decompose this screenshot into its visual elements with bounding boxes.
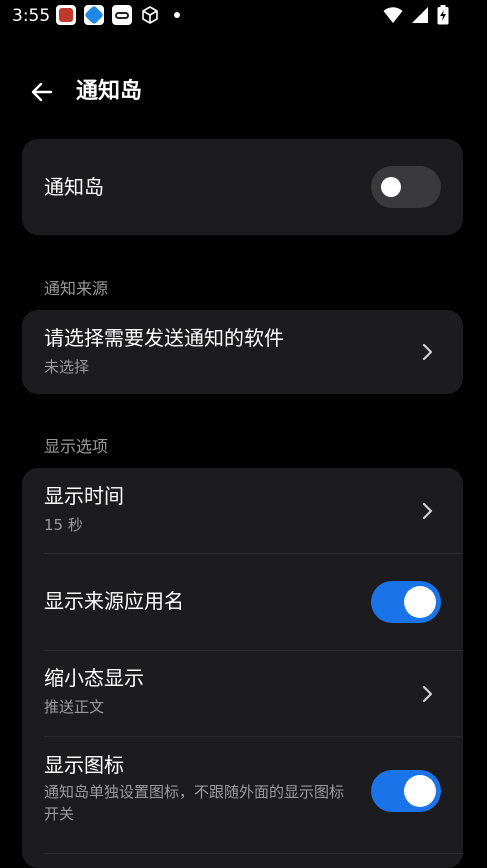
mini-display-title: 缩小态显示 bbox=[44, 666, 144, 690]
select-apps-title: 请选择需要发送通知的软件 bbox=[44, 326, 284, 350]
page-title: 通知岛 bbox=[76, 79, 143, 104]
main-toggle-card: 通知岛 bbox=[22, 139, 463, 235]
select-apps-row[interactable]: 请选择需要发送通知的软件 未选择 bbox=[22, 310, 463, 394]
chevron-right-icon bbox=[422, 685, 433, 703]
show-app-name-title: 显示来源应用名 bbox=[44, 589, 184, 613]
show-time-subtitle: 15 秒 bbox=[44, 516, 83, 534]
mini-display-row[interactable]: 缩小态显示 推送正文 bbox=[22, 651, 463, 736]
show-app-name-row[interactable]: 显示来源应用名 bbox=[22, 554, 463, 650]
mini-display-subtitle: 推送正文 bbox=[44, 698, 105, 716]
notification-icons bbox=[56, 5, 180, 25]
arrow-left-icon bbox=[31, 82, 53, 102]
show-time-title: 显示时间 bbox=[44, 484, 124, 508]
chevron-right-icon bbox=[422, 343, 433, 361]
display-options-card: 显示时间 15 秒 显示来源应用名 缩小态显示 推送正文 显示图标 通知岛单独设… bbox=[22, 468, 463, 868]
battery-charging-icon bbox=[437, 5, 449, 29]
switch-knob bbox=[404, 586, 436, 618]
show-icon-title: 显示图标 bbox=[44, 753, 124, 777]
app-bar: 通知岛 bbox=[0, 60, 487, 124]
source-card: 请选择需要发送通知的软件 未选择 bbox=[22, 310, 463, 394]
cube-icon bbox=[140, 5, 160, 25]
show-icon-row[interactable]: 显示图标 通知岛单独设置图标，不跟随外面的显示图标开关 bbox=[22, 737, 463, 853]
select-apps-subtitle: 未选择 bbox=[44, 358, 90, 376]
chevron-right-icon bbox=[422, 502, 433, 520]
link-icon bbox=[112, 5, 132, 25]
main-toggle-label: 通知岛 bbox=[44, 175, 104, 199]
main-toggle-row[interactable]: 通知岛 bbox=[22, 139, 463, 235]
show-icon-switch[interactable] bbox=[371, 770, 441, 812]
show-time-row[interactable]: 显示时间 15 秒 bbox=[22, 468, 463, 553]
signal-icon bbox=[411, 6, 429, 28]
app-blue-icon bbox=[84, 5, 104, 25]
status-time: 3:55 bbox=[12, 6, 51, 26]
divider bbox=[44, 853, 463, 854]
section-header-display: 显示选项 bbox=[44, 437, 109, 456]
status-bar: 3:55 bbox=[0, 0, 487, 32]
switch-knob bbox=[381, 177, 401, 197]
back-button[interactable] bbox=[24, 74, 60, 110]
show-icon-subtitle: 通知岛单独设置图标，不跟随外面的显示图标开关 bbox=[44, 783, 345, 823]
main-toggle-switch[interactable] bbox=[371, 166, 441, 208]
system-icons bbox=[383, 5, 449, 29]
section-header-source: 通知来源 bbox=[44, 279, 109, 298]
wifi-icon bbox=[383, 6, 403, 28]
app-red-icon bbox=[56, 5, 76, 25]
switch-knob bbox=[404, 775, 436, 807]
dot-icon bbox=[174, 12, 180, 18]
show-app-name-switch[interactable] bbox=[371, 581, 441, 623]
